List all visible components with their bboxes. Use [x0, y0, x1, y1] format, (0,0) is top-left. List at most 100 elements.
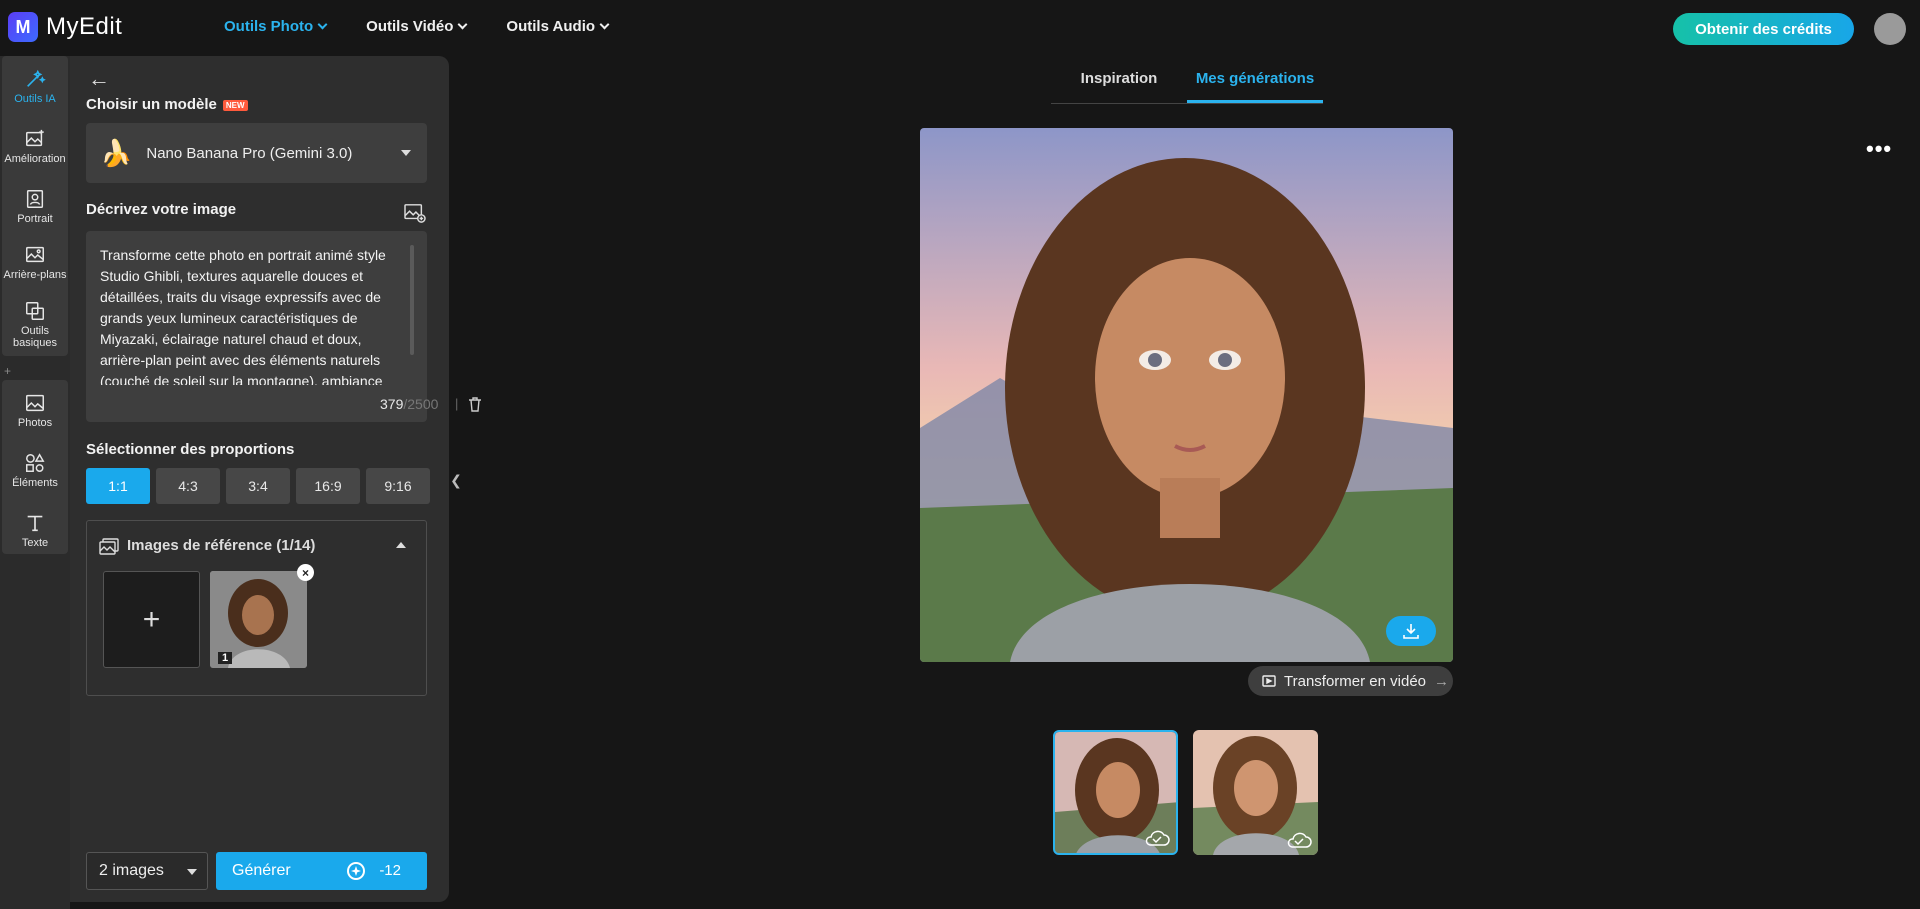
- logo-mark: M: [8, 12, 38, 42]
- rail-item-text[interactable]: Texte: [2, 512, 68, 549]
- prompt-scrollbar[interactable]: [410, 245, 414, 355]
- reference-title: Images de référence (1/14): [127, 537, 316, 554]
- rail-item-ai-tools[interactable]: Outils IA: [2, 68, 68, 105]
- reference-images-section: Images de référence (1/14) + 1 ×: [86, 520, 427, 696]
- rail-item-photos[interactable]: Photos: [2, 392, 68, 429]
- prompt-text[interactable]: Transforme cette photo en portrait animé…: [100, 245, 408, 385]
- reference-thumbnail[interactable]: 1: [210, 571, 307, 668]
- caret-down-icon: [187, 869, 197, 875]
- prompt-textarea[interactable]: Transforme cette photo en portrait animé…: [86, 231, 427, 422]
- rail-item-backgrounds[interactable]: Arrière-plans: [2, 244, 68, 281]
- basic-tools-icon: [26, 302, 44, 320]
- nav-video-tools-label: Outils Vidéo: [366, 18, 454, 35]
- remove-reference-icon[interactable]: ×: [297, 564, 314, 581]
- char-count: 379: [380, 396, 404, 412]
- add-reference-button[interactable]: +: [103, 571, 200, 668]
- rail-group-assets: Photos Éléments Texte: [2, 380, 68, 554]
- caret-down-icon: [401, 150, 411, 156]
- rail-item-label: Portrait: [17, 213, 53, 225]
- get-credits-button[interactable]: Obtenir des crédits: [1673, 13, 1854, 45]
- rail-group-ai: Outils IA Amélioration Portrait Arrière-…: [2, 56, 68, 356]
- char-counter: 379/2500: [380, 396, 438, 412]
- model-title: Choisir un modèle: [86, 96, 217, 113]
- ratio-16-9[interactable]: 16:9: [296, 468, 360, 504]
- chevron-down-icon: [457, 19, 468, 30]
- ai-tool-panel: ← Choisir un modèle NEW 🍌 Nano Banana Pro…: [70, 56, 481, 902]
- top-bar: M MyEdit Outils Photo Outils Vidéo Outil…: [0, 0, 1920, 56]
- enhance-icon: [26, 129, 44, 147]
- rail-item-label: Photos: [17, 417, 53, 429]
- user-avatar[interactable]: [1874, 13, 1906, 45]
- trash-icon[interactable]: [468, 397, 482, 412]
- char-max: /2500: [403, 396, 439, 412]
- images-icon: [99, 538, 119, 555]
- more-options-icon[interactable]: •••: [1866, 136, 1892, 162]
- banana-icon: 🍌: [100, 137, 133, 168]
- describe-title: Décrivez votre image: [86, 201, 237, 218]
- download-button[interactable]: [1386, 616, 1436, 646]
- nav-audio-tools[interactable]: Outils Audio: [506, 18, 610, 35]
- image-count-value: 2 images: [99, 862, 164, 879]
- image-count-select[interactable]: 2 images: [86, 852, 208, 890]
- generate-cost: -12: [379, 862, 401, 879]
- nav-video-tools[interactable]: Outils Vidéo: [366, 18, 468, 35]
- collapse-caret-icon[interactable]: [396, 542, 406, 548]
- tab-my-generations[interactable]: Mes générations: [1187, 62, 1323, 103]
- nav-audio-tools-label: Outils Audio: [506, 18, 596, 35]
- ratio-1-1[interactable]: 1:1: [86, 468, 150, 504]
- image-upload-icon[interactable]: [404, 203, 426, 223]
- rail-item-enhance[interactable]: Amélioration: [2, 128, 68, 165]
- generated-image[interactable]: [920, 128, 1453, 662]
- rail-item-label: Outils basiques: [12, 325, 58, 349]
- rail-item-label: Arrière-plans: [3, 269, 67, 281]
- rail-item-label: Texte: [21, 537, 49, 549]
- model-section-title: Choisir un modèle NEW: [86, 96, 248, 113]
- ratio-title: Sélectionner des proportions: [86, 441, 295, 458]
- photo-icon: [26, 394, 44, 412]
- video-icon: [1262, 675, 1276, 687]
- chevron-down-icon: [599, 19, 610, 30]
- rail-item-label: Amélioration: [4, 153, 66, 165]
- rail-item-elements[interactable]: Éléments: [2, 452, 68, 489]
- transform-to-video-button[interactable]: Transformer en vidéo →: [1248, 666, 1453, 696]
- rail-item-label: Outils IA: [14, 93, 56, 105]
- background-icon: [26, 246, 44, 263]
- transform-to-video-label: Transformer en vidéo: [1284, 672, 1427, 690]
- model-select[interactable]: 🍌 Nano Banana Pro (Gemini 3.0): [86, 123, 427, 183]
- rail-item-label: Éléments: [12, 477, 58, 489]
- back-arrow-icon[interactable]: ←: [88, 66, 110, 92]
- credit-icon: [347, 862, 365, 880]
- arrow-right-icon: →: [1434, 672, 1450, 690]
- result-tabs: Inspiration Mes générations: [1051, 62, 1323, 104]
- tab-inspiration[interactable]: Inspiration: [1051, 62, 1187, 103]
- logo[interactable]: M MyEdit: [8, 12, 122, 42]
- rail-separator: +: [4, 364, 12, 378]
- ratio-4-3[interactable]: 4:3: [156, 468, 220, 504]
- ratio-group: 1:1 4:3 3:4 16:9 9:16: [86, 468, 430, 504]
- new-badge: NEW: [222, 99, 248, 111]
- cloud-saved-icon: [1145, 830, 1170, 846]
- collapse-panel-icon[interactable]: ❮: [449, 460, 463, 500]
- rail-item-portrait[interactable]: Portrait: [2, 188, 68, 225]
- tool-rail: Outils IA Amélioration Portrait Arrière-…: [0, 56, 70, 909]
- nav-photo-tools[interactable]: Outils Photo: [224, 18, 328, 35]
- main-nav: Outils Photo Outils Vidéo Outils Audio: [224, 18, 610, 35]
- generation-thumbnail-1[interactable]: [1053, 730, 1178, 855]
- cloud-saved-icon: [1287, 832, 1312, 848]
- nav-photo-tools-label: Outils Photo: [224, 18, 314, 35]
- generate-label: Générer: [232, 862, 291, 879]
- model-name: Nano Banana Pro (Gemini 3.0): [146, 144, 353, 162]
- chevron-down-icon: [317, 19, 328, 30]
- logo-text: MyEdit: [46, 13, 123, 40]
- elements-icon: [26, 453, 45, 472]
- magic-wand-icon: [27, 69, 46, 87]
- ghibli-portrait: [920, 128, 1453, 662]
- generate-button[interactable]: Générer -12: [216, 852, 427, 890]
- generation-thumbnail-2[interactable]: [1193, 730, 1318, 855]
- download-icon: [1403, 624, 1419, 639]
- ratio-9-16[interactable]: 9:16: [366, 468, 430, 504]
- portrait-icon: [26, 190, 44, 208]
- rail-item-basic-tools[interactable]: Outils basiques: [2, 300, 68, 349]
- ratio-3-4[interactable]: 3:4: [226, 468, 290, 504]
- text-icon: [27, 515, 43, 532]
